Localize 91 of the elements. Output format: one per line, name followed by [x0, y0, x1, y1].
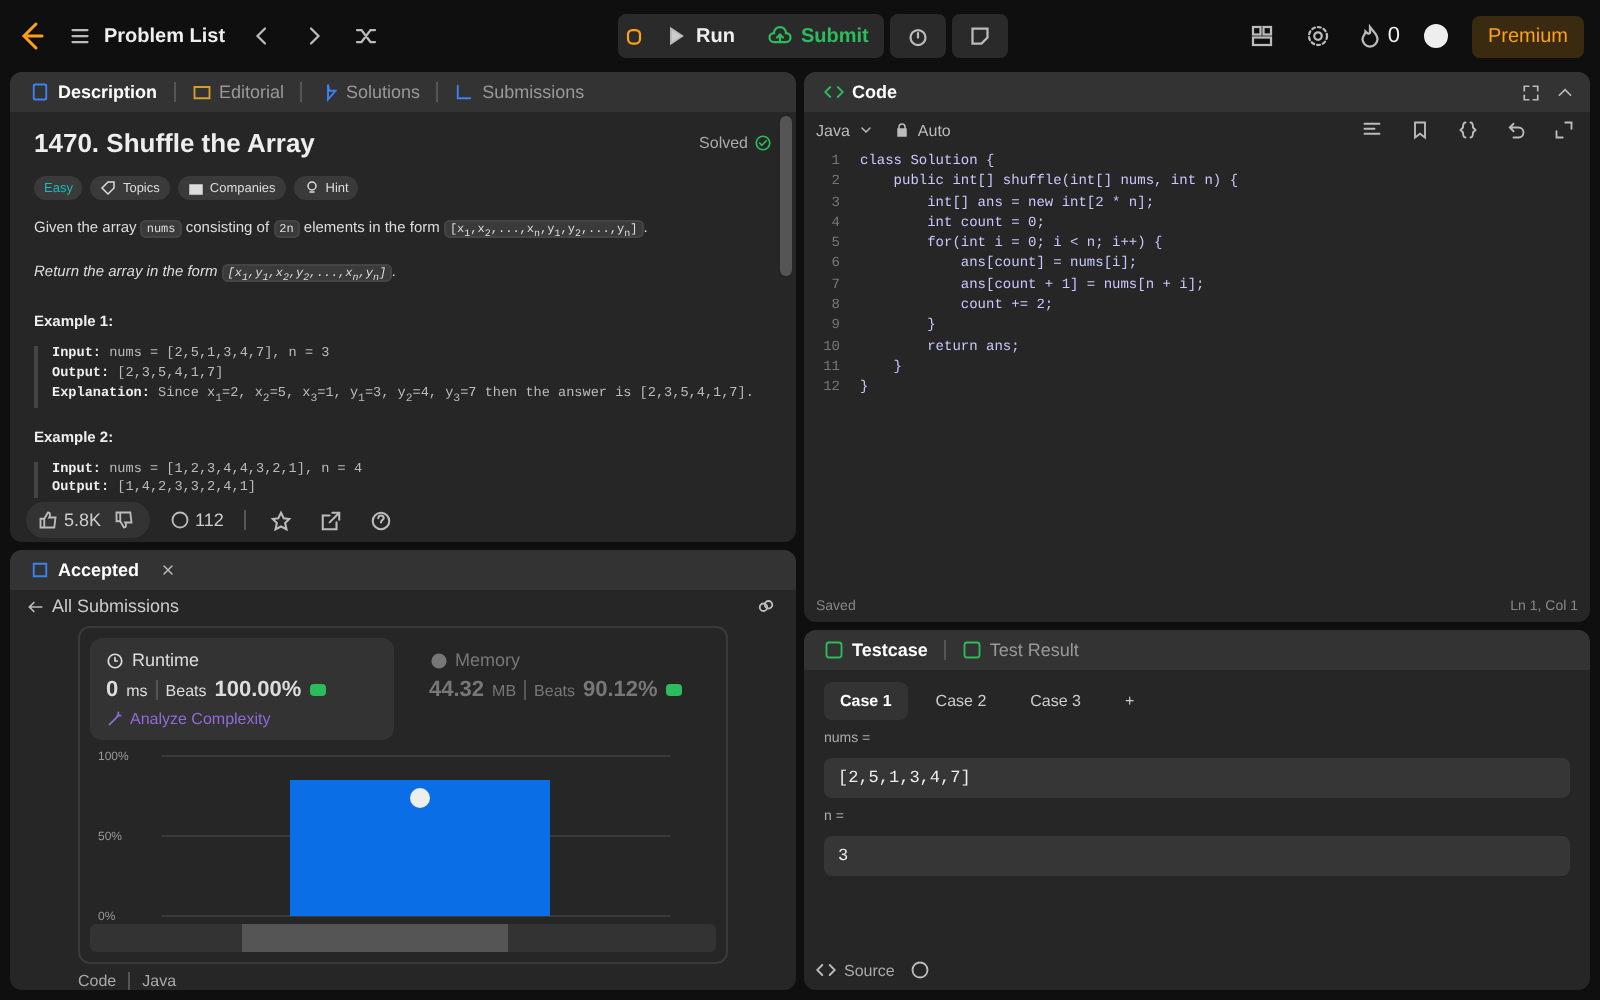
list-icon: [68, 24, 92, 48]
case-tab[interactable]: Case 2: [919, 682, 1003, 720]
submit-button[interactable]: Submit: [751, 14, 885, 58]
stat-title: Memory: [429, 650, 700, 670]
accepted-tab[interactable]: Accepted: [22, 556, 148, 584]
alarm-clock-icon: [906, 24, 931, 48]
alarm-button[interactable]: [890, 14, 947, 58]
beats-label: Beats: [534, 681, 575, 699]
settings-icon: [1305, 24, 1330, 48]
code-label: Code: [78, 972, 117, 990]
stat-value: 0: [106, 678, 119, 702]
code-icon: [824, 82, 844, 102]
caret-icon: [857, 122, 874, 138]
panel-tab[interactable]: Description: [22, 78, 166, 106]
badge-icon: [309, 684, 326, 696]
format-icon: [1362, 120, 1382, 140]
streak-counter[interactable]: 0: [1357, 24, 1400, 48]
note-icon: [968, 24, 993, 48]
cloud-upload-icon: [767, 24, 791, 48]
badge-icon: [665, 684, 682, 696]
book-icon: [191, 82, 212, 102]
expand-icon: [1554, 120, 1574, 140]
problem-title: 1470. Shuffle the Array: [34, 128, 315, 158]
language-label: Java: [142, 972, 177, 990]
clock-icon: [106, 651, 124, 669]
stat-value: 44.32: [429, 678, 485, 702]
layout-icon: [1249, 24, 1274, 48]
premium-button[interactable]: Premium: [1471, 15, 1584, 57]
thumbs-up-icon: [38, 510, 58, 530]
lightbulb-icon: [303, 180, 320, 196]
panel-tab[interactable]: Submissions: [446, 78, 593, 106]
input-field[interactable]: 3: [824, 836, 1570, 876]
link-icon: [756, 596, 776, 616]
all-submissions-link[interactable]: All Submissions: [26, 596, 180, 616]
beats-value: 100.00%: [214, 678, 302, 702]
beats-label: Beats: [165, 681, 207, 699]
info-icon: [910, 960, 931, 980]
panel-tab[interactable]: Testcase: [816, 636, 936, 664]
stat-unit: ms: [126, 681, 148, 699]
braces-button[interactable]: [1454, 116, 1482, 144]
stat-card[interactable]: Runtime 0 ms Beats 100.00% Analyze Complexity: [90, 638, 393, 740]
collapse-icon: [1556, 83, 1574, 101]
play-icon: [666, 26, 687, 46]
avatar-marker: [410, 788, 430, 808]
checkbox-icon: [824, 640, 844, 660]
document-icon: [30, 82, 50, 102]
case-tab[interactable]: Case 1: [824, 682, 908, 720]
beats-value: 90.12%: [583, 678, 658, 702]
wand-icon: [106, 710, 124, 728]
auto-mode[interactable]: Auto: [893, 121, 951, 139]
check-circle-icon: [754, 134, 772, 152]
logo-icon: [16, 20, 48, 52]
comments-button[interactable]: 112: [169, 510, 224, 530]
star-button[interactable]: [265, 505, 296, 535]
input-field[interactable]: [2,5,1,3,4,7]: [824, 758, 1570, 798]
flame-icon: [1357, 24, 1382, 48]
share-icon: [319, 509, 342, 531]
note-button[interactable]: [952, 14, 1009, 58]
problem-list-button[interactable]: Problem List: [68, 24, 226, 48]
undo-icon: [1506, 120, 1526, 140]
star-icon: [269, 509, 292, 531]
tag-icon: [100, 180, 117, 196]
braces-icon: [1458, 120, 1478, 140]
source-button[interactable]: Source: [816, 960, 895, 980]
expand-button[interactable]: [1550, 116, 1578, 144]
case-tab[interactable]: Case 3: [1014, 682, 1098, 720]
code-tab[interactable]: Code: [816, 78, 905, 106]
help-icon: [369, 509, 392, 531]
close-icon: [159, 562, 176, 578]
stat-title: Runtime: [106, 650, 377, 670]
panel-tab[interactable]: Solutions: [310, 78, 429, 106]
back-arrow-icon: [26, 597, 44, 615]
bookmark-icon: [1410, 120, 1430, 140]
avatar[interactable]: [1423, 24, 1448, 48]
lock-icon: [893, 122, 910, 138]
shuffle-icon: [353, 24, 378, 48]
solved-status: Solved: [699, 134, 772, 152]
add-case-button[interactable]: +: [1109, 682, 1151, 720]
language-dropdown[interactable]: Java: [816, 121, 874, 139]
panel-tab[interactable]: Editorial: [183, 78, 293, 106]
scrollbar[interactable]: [780, 116, 792, 276]
run-button[interactable]: Run: [650, 14, 751, 58]
fullscreen-icon: [1522, 83, 1540, 101]
code-icon: [816, 960, 836, 980]
dislike-icon: [113, 510, 134, 530]
range-slider[interactable]: [90, 924, 716, 952]
comment-icon: [169, 510, 190, 530]
fullscreen-button[interactable]: [1518, 79, 1544, 105]
panel-tab[interactable]: Test Result: [953, 636, 1087, 664]
briefcase-icon: [187, 180, 204, 196]
stat-unit: MB: [492, 681, 517, 699]
